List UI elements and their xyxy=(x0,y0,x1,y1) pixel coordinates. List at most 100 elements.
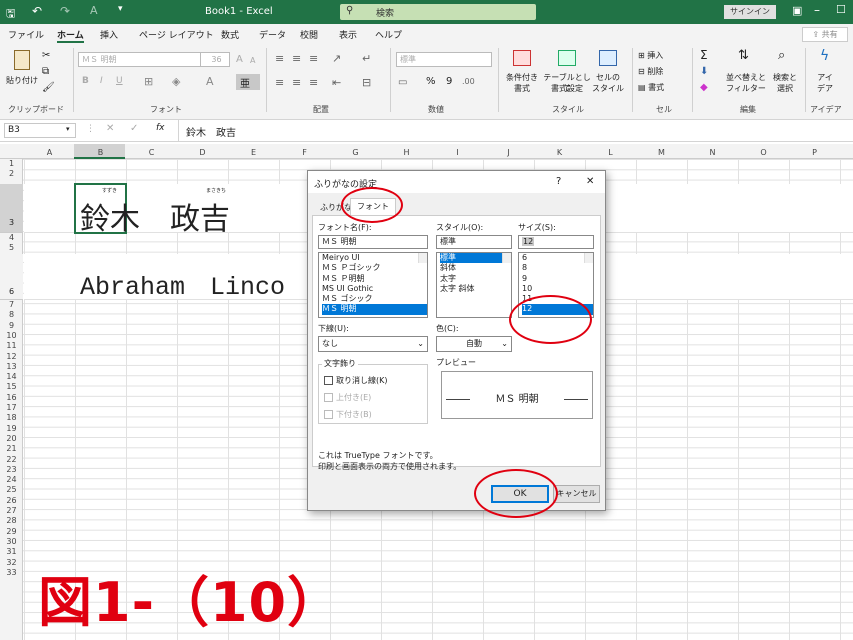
align-top-icon[interactable]: ≡ xyxy=(275,52,284,65)
shrink-font-icon[interactable]: A xyxy=(250,56,255,65)
font-item[interactable]: MS UI Gothic xyxy=(322,284,427,294)
row-header[interactable]: 4 xyxy=(0,233,23,243)
tab-insert[interactable]: 挿入 xyxy=(100,28,118,41)
tab-data[interactable]: データ xyxy=(259,28,286,41)
format-painter-icon[interactable]: A xyxy=(90,4,98,17)
copy-icon[interactable]: ⧉ xyxy=(42,66,49,77)
cancel-button[interactable]: キャンセル xyxy=(553,485,600,503)
column-header[interactable]: K xyxy=(534,146,585,159)
row-header[interactable]: 14 xyxy=(0,372,23,382)
row-header[interactable]: 1 xyxy=(0,159,23,169)
size-item[interactable]: 8 xyxy=(522,263,593,273)
search-box[interactable]: ⚲ 検索 xyxy=(340,4,536,20)
signin-button[interactable]: サインイン xyxy=(724,5,776,19)
format-button[interactable]: ▤ 書式 xyxy=(638,82,664,93)
size-item[interactable]: 10 xyxy=(522,284,593,294)
column-header[interactable]: I xyxy=(432,146,483,159)
font-item[interactable]: Meiryo UI xyxy=(322,253,427,263)
row-header[interactable]: 7 xyxy=(0,300,23,310)
qat-more-icon[interactable]: ▾ xyxy=(118,4,123,14)
style-list-scrollbar[interactable] xyxy=(502,253,511,264)
style-item[interactable]: 太字 xyxy=(440,274,511,284)
column-header[interactable]: P xyxy=(789,146,840,159)
underline-button[interactable]: U xyxy=(116,76,123,86)
indent-icon[interactable]: ⇤ xyxy=(332,76,341,89)
row-header-6[interactable]: 6 xyxy=(0,254,23,300)
formula-input[interactable]: 鈴木 政吉 xyxy=(186,124,236,139)
row-header[interactable]: 21 xyxy=(0,444,23,454)
row-header[interactable]: 23 xyxy=(0,465,23,475)
tab-page-layout[interactable]: ページ レイアウト xyxy=(139,28,214,41)
tab-file[interactable]: ファイル xyxy=(8,28,44,41)
underline-select[interactable]: なし ⌄ xyxy=(318,336,428,352)
align-center-icon[interactable]: ≡ xyxy=(292,76,301,89)
row-header[interactable]: 18 xyxy=(0,413,23,423)
row-header[interactable]: 24 xyxy=(0,475,23,485)
row-header[interactable]: 20 xyxy=(0,434,23,444)
font-list-scrollbar[interactable] xyxy=(418,253,427,264)
font-item-selected[interactable]: ＭＳ 明朝 xyxy=(322,304,427,315)
row-header[interactable]: 13 xyxy=(0,362,23,372)
wrap-text-icon[interactable]: ↵ xyxy=(362,52,371,65)
name-box-dropdown-icon[interactable]: ▾ xyxy=(66,125,70,133)
insert-button[interactable]: ⊞ 挿入 xyxy=(638,50,663,61)
maximize-icon[interactable]: ☐ xyxy=(836,3,846,16)
font-name-input[interactable]: ＭＳ 明朝 xyxy=(318,235,428,249)
share-button[interactable]: ⇪ 共有 xyxy=(802,27,848,42)
column-header[interactable]: N xyxy=(687,146,738,159)
align-bottom-icon[interactable]: ≡ xyxy=(309,52,318,65)
column-header[interactable]: G xyxy=(330,146,381,159)
font-list[interactable]: Meiryo UI ＭＳ Ｐゴシック ＭＳ Ｐ明朝 MS UI Gothic Ｍ… xyxy=(318,252,428,318)
size-item[interactable]: 6 xyxy=(522,253,593,263)
row-header[interactable]: 27 xyxy=(0,506,23,516)
tab-help[interactable]: ヘルプ xyxy=(375,28,402,41)
phonetic-button[interactable]: 亜 xyxy=(236,74,260,90)
size-input[interactable]: 12 xyxy=(518,235,594,249)
tab-home[interactable]: ホーム xyxy=(57,28,84,43)
column-header[interactable]: F xyxy=(279,146,330,159)
column-header[interactable]: E xyxy=(228,146,279,159)
superscript-checkbox[interactable]: 上付き(E) xyxy=(324,392,371,403)
insert-function-button[interactable]: fx xyxy=(156,123,165,133)
row-header[interactable]: 5 xyxy=(0,243,23,253)
orientation-icon[interactable]: ↗ xyxy=(332,52,341,65)
size-list-scrollbar[interactable] xyxy=(584,253,593,264)
paste-button[interactable]: 貼り付け xyxy=(6,50,38,94)
tab-view[interactable]: 表示 xyxy=(339,28,357,41)
autosum-icon[interactable]: Σ xyxy=(700,48,708,62)
format-painter-icon[interactable]: 🖌 xyxy=(42,82,55,93)
decimal-icon[interactable]: .00 xyxy=(462,77,475,86)
align-right-icon[interactable]: ≡ xyxy=(309,76,318,89)
strike-checkbox[interactable]: 取り消し線(K) xyxy=(324,375,388,386)
grow-font-icon[interactable]: A xyxy=(236,54,243,65)
column-header[interactable]: A xyxy=(24,146,75,159)
tab-review[interactable]: 校閲 xyxy=(300,28,318,41)
row-header[interactable]: 11 xyxy=(0,341,23,351)
style-item[interactable]: 太字 斜体 xyxy=(440,284,511,294)
column-header[interactable]: D xyxy=(177,146,228,159)
row-header[interactable]: 33 xyxy=(0,568,23,578)
conditional-format-button[interactable]: 条件付き 書式 xyxy=(503,48,541,100)
help-button[interactable]: ? xyxy=(556,176,561,187)
redo-icon[interactable]: ↷ xyxy=(60,4,70,18)
ideas-button[interactable]: ϟ アイ デア xyxy=(810,48,846,100)
font-item[interactable]: ＭＳ ゴシック xyxy=(322,294,427,304)
minimize-icon[interactable]: – xyxy=(814,3,820,17)
font-size-box[interactable]: 36 xyxy=(200,52,230,67)
delete-button[interactable]: ⊟ 削除 xyxy=(638,66,663,77)
row-header[interactable]: 25 xyxy=(0,485,23,495)
column-header[interactable]: H xyxy=(381,146,432,159)
row-header[interactable]: 19 xyxy=(0,424,23,434)
tab-formulas[interactable]: 数式 xyxy=(221,28,239,41)
clear-icon[interactable]: ◆ xyxy=(700,82,708,93)
font-item[interactable]: ＭＳ Ｐ明朝 xyxy=(322,274,427,284)
column-header[interactable]: L xyxy=(585,146,636,159)
comma-button[interactable]: 9 xyxy=(446,76,452,87)
align-middle-icon[interactable]: ≡ xyxy=(292,52,301,65)
currency-icon[interactable]: ▭ xyxy=(398,77,407,88)
row-header[interactable]: 2 xyxy=(0,169,23,179)
save-icon[interactable]: 🖫 xyxy=(6,5,15,24)
column-header[interactable]: J xyxy=(483,146,534,159)
cancel-icon[interactable]: ✕ xyxy=(106,123,114,134)
fill-icon[interactable]: ⬇ xyxy=(700,66,708,77)
